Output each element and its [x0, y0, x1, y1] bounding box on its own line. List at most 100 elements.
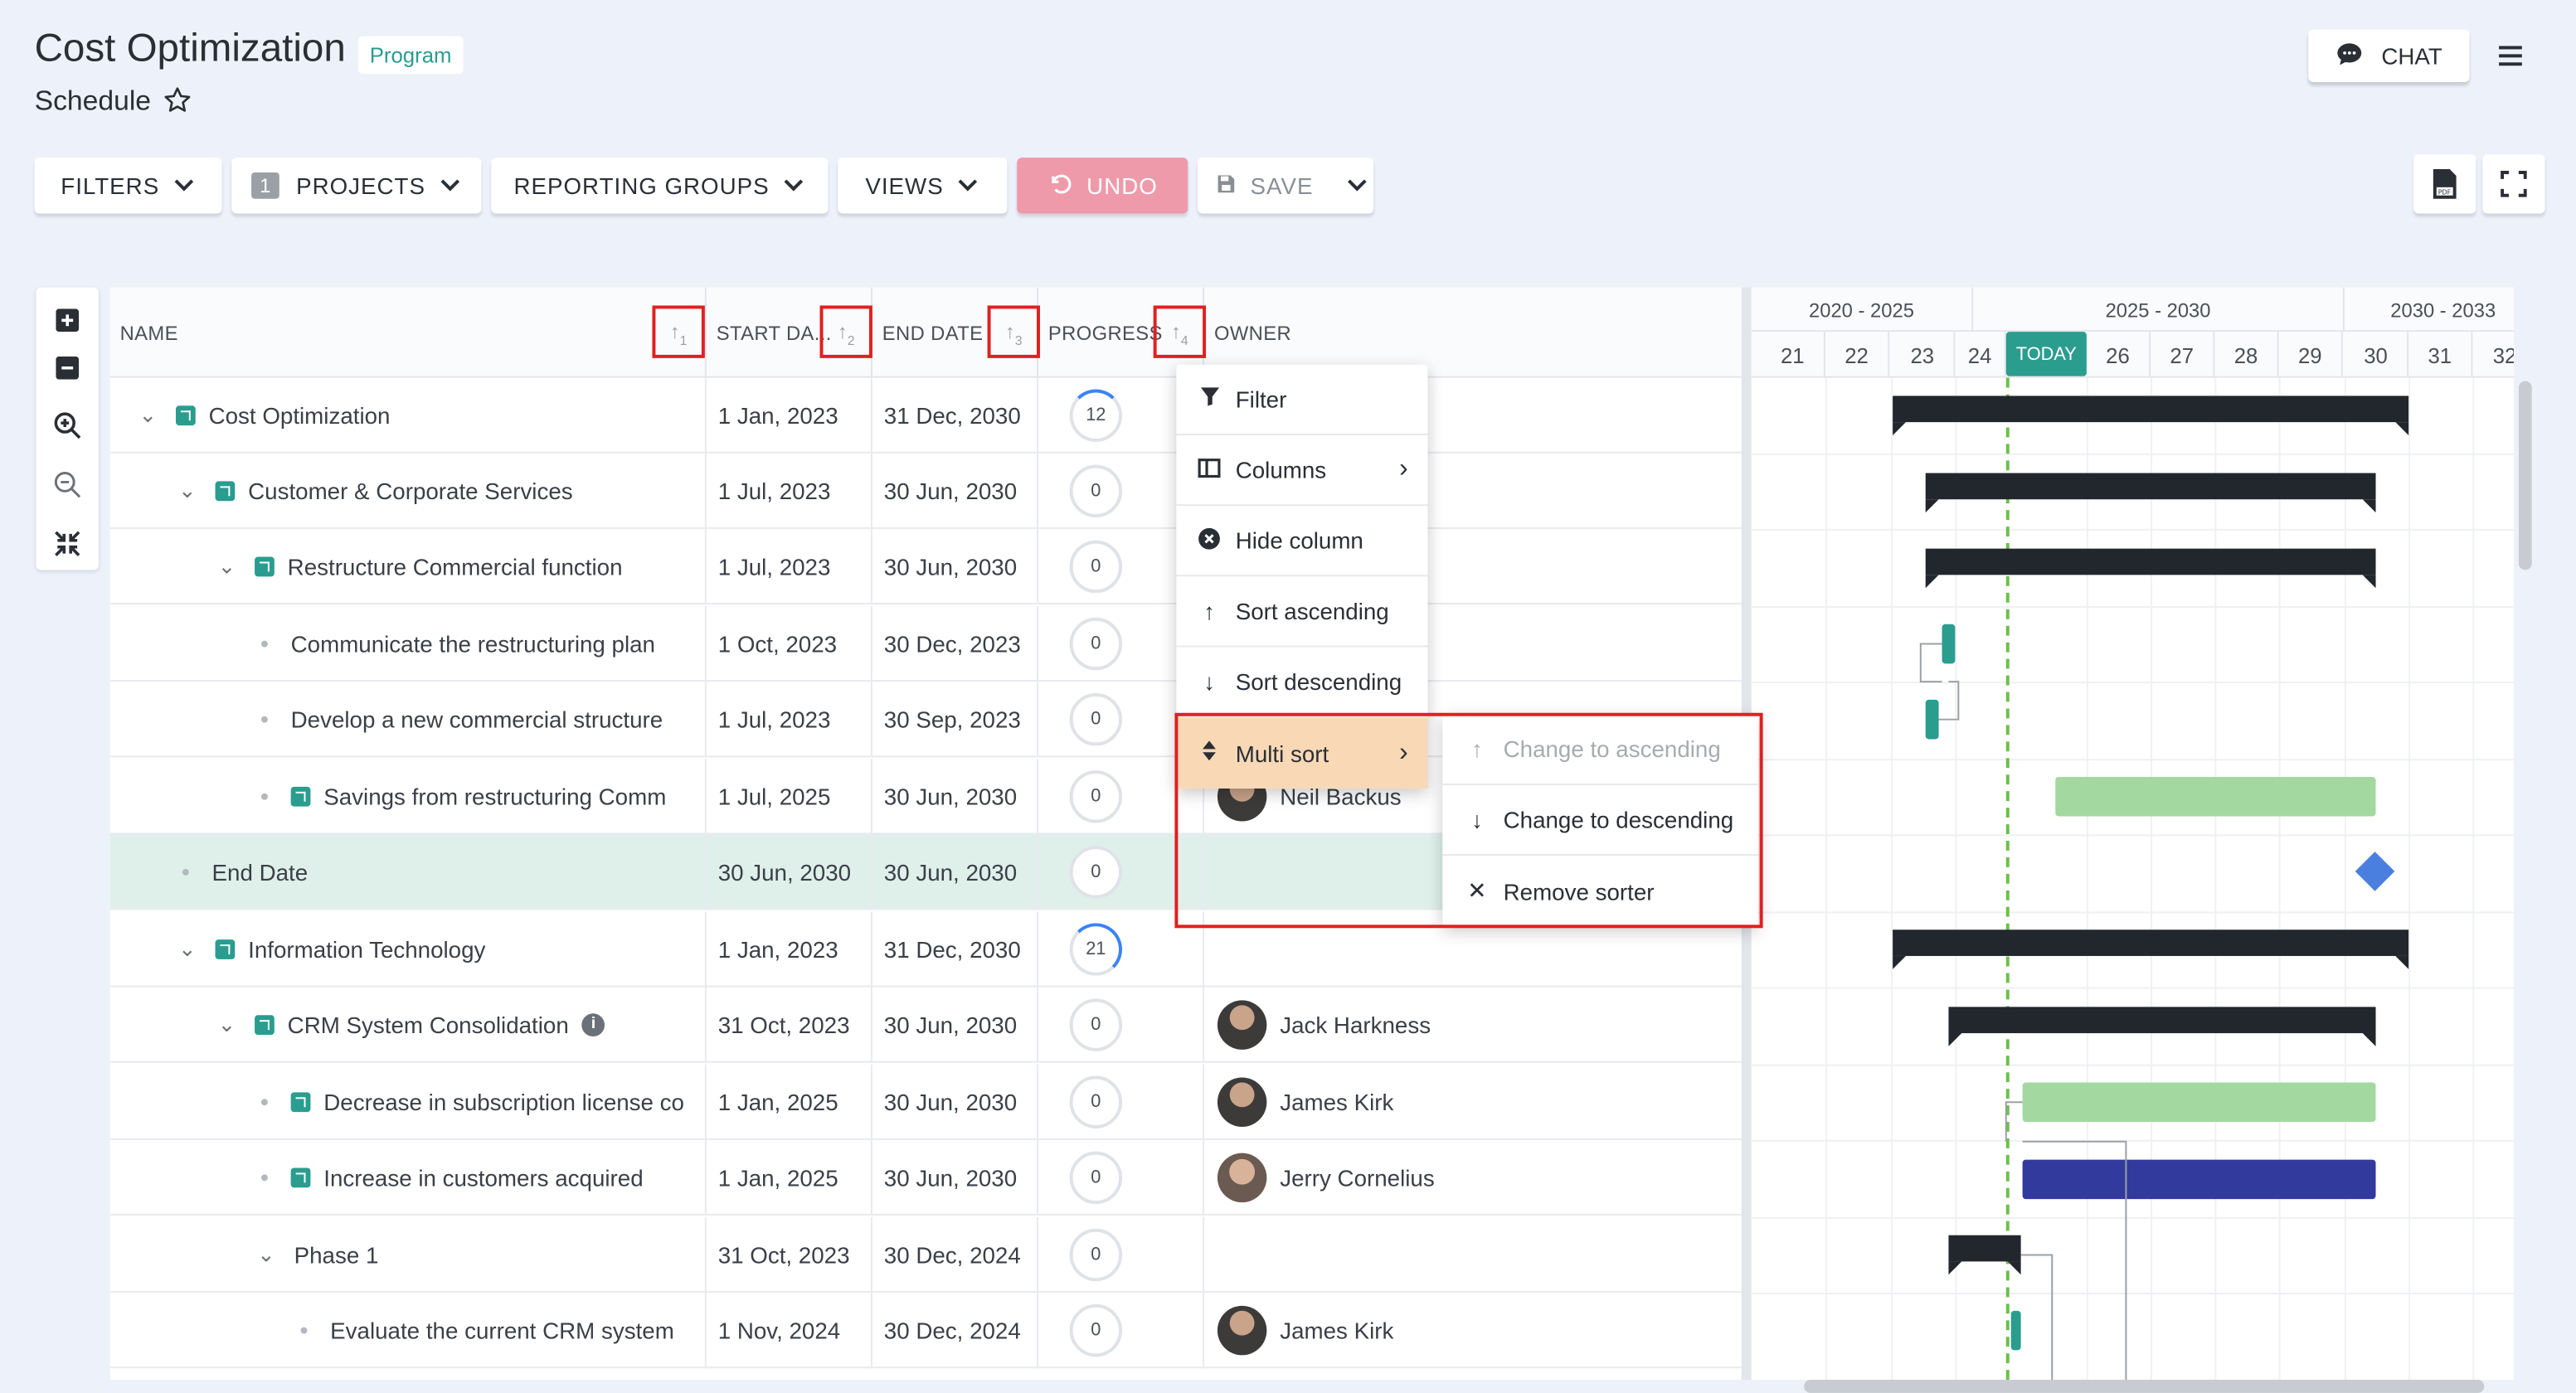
collapse-all-icon[interactable] — [51, 352, 84, 385]
arrow-up-icon: ↑ — [837, 320, 848, 344]
arrow-up-icon: ↑ — [1203, 598, 1215, 624]
save-button[interactable]: SAVE — [1198, 158, 1374, 214]
progress-ring: 0 — [1069, 1151, 1123, 1205]
undo-label: UNDO — [1086, 172, 1158, 199]
column-name-label: NAME — [119, 321, 178, 345]
row-start: 31 Oct, 2023 — [707, 987, 872, 1063]
projects-label: PROJECTS — [296, 172, 425, 199]
sort-indicator-progress[interactable]: ↑ 4 — [1153, 305, 1207, 358]
chevron-down-icon[interactable]: ⌄ — [216, 554, 239, 580]
svg-text:PDF: PDF — [2438, 188, 2452, 196]
progress-ring: 0 — [1069, 998, 1123, 1051]
row-start: 1 Jul, 2023 — [707, 528, 872, 605]
zoom-in-icon[interactable] — [51, 409, 84, 442]
expand-all-icon[interactable] — [51, 303, 84, 337]
row-start: 1 Jan, 2025 — [707, 1139, 872, 1216]
filter-icon — [1196, 386, 1222, 413]
table-row[interactable]: ⌄ CRM System Consolidation i 31 Oct, 2023 … — [109, 987, 1742, 1063]
bullet-icon — [260, 716, 268, 723]
progress-ring: 0 — [1069, 464, 1123, 518]
column-header-name[interactable]: NAME — [110, 287, 707, 378]
dependency-lines — [1919, 643, 2127, 1381]
undo-button[interactable]: UNDO — [1017, 158, 1188, 214]
grid-header: NAME START DA... END DATE PROGRESS OWNER… — [109, 287, 1742, 378]
table-row[interactable]: Communicate the restructuring plan 1 Oct… — [109, 605, 1742, 682]
chat-button[interactable]: CHAT — [2308, 29, 2470, 83]
menu-item-columns[interactable]: Columns › — [1176, 435, 1428, 507]
info-icon[interactable]: i — [581, 1013, 605, 1037]
menu-item-filter[interactable]: Filter — [1176, 365, 1428, 435]
row-name: CRM System Consolidation — [287, 1012, 569, 1038]
menu-item-sort-ascending[interactable]: ↑ Sort ascending — [1176, 576, 1428, 648]
arrow-up-icon: ↑ — [669, 320, 680, 344]
table-row[interactable]: ⌄ Customer & Corporate Services 1 Jul, 20… — [109, 453, 1742, 529]
row-end: 30 Dec, 2024 — [872, 1293, 1038, 1369]
fullscreen-icon[interactable] — [2482, 154, 2545, 214]
progress-ring: 0 — [1069, 770, 1123, 823]
column-start-label: START DA... — [716, 321, 832, 345]
table-row[interactable]: ⌄ Phase 1 31 Oct, 2023 30 Dec, 2024 0 — [109, 1216, 1742, 1294]
hamburger-menu-icon[interactable] — [2494, 41, 2527, 80]
table-row[interactable]: Evaluate the current CRM system 1 Nov, 2… — [109, 1293, 1742, 1369]
menu-item-hide-column[interactable]: Hide column — [1176, 506, 1428, 577]
undo-icon — [1047, 170, 1074, 201]
project-icon — [175, 405, 196, 426]
star-icon[interactable] — [163, 85, 192, 124]
table-row[interactable]: Increase in customers acquired 1 Jan, 20… — [109, 1139, 1742, 1216]
sort-indicator-name[interactable]: ↑ 1 — [652, 305, 705, 358]
row-name: Cost Optimization — [208, 402, 391, 430]
chevron-right-icon: › — [1399, 454, 1408, 483]
progress-ring: 0 — [1069, 1075, 1123, 1128]
chevron-down-icon — [439, 172, 462, 199]
filters-label: FILTERS — [61, 172, 160, 199]
bullet-icon — [260, 1099, 268, 1106]
table-row[interactable]: ⌄ Cost Optimization 1 Jan, 2023 31 Dec, 2… — [109, 377, 1742, 454]
column-owner-label: OWNER — [1213, 321, 1292, 345]
row-name: Phase 1 — [294, 1241, 379, 1269]
projects-button[interactable]: 1 PROJECTS — [231, 158, 482, 214]
sort-indicator-end[interactable]: ↑ 3 — [987, 305, 1040, 358]
chevron-down-icon[interactable]: ⌄ — [176, 936, 199, 963]
export-pdf-icon[interactable]: PDF — [2413, 154, 2476, 214]
filters-button[interactable]: FILTERS — [34, 158, 222, 214]
gantt-horizontal-scrollbar[interactable] — [1804, 1380, 2485, 1393]
table-row[interactable]: ⌄ Restructure Commercial function 1 Jul, … — [109, 528, 1742, 605]
menu-item-label: Filter — [1235, 386, 1287, 413]
close-circle-icon — [1196, 527, 1222, 555]
project-icon — [215, 481, 236, 502]
arrow-down-icon: ↓ — [1203, 668, 1215, 695]
menu-item-label: Hide column — [1235, 527, 1363, 554]
row-end: 30 Jun, 2030 — [872, 834, 1038, 910]
views-button[interactable]: VIEWS — [838, 158, 1008, 214]
row-end: 30 Jun, 2030 — [872, 987, 1038, 1063]
fit-to-view-icon[interactable] — [51, 527, 84, 561]
project-icon — [290, 1092, 311, 1113]
save-options-chevron-icon[interactable] — [1346, 172, 1369, 199]
gantt-vertical-scrollbar[interactable] — [2518, 381, 2532, 570]
reporting-groups-button[interactable]: REPORTING GROUPS — [491, 158, 829, 214]
zoom-out-icon[interactable] — [51, 468, 84, 502]
chevron-down-icon[interactable]: ⌄ — [255, 1242, 278, 1269]
progress-ring: 0 — [1069, 617, 1123, 671]
chevron-down-icon[interactable]: ⌄ — [216, 1012, 239, 1038]
row-name: Evaluate the current CRM system — [330, 1317, 674, 1344]
progress-ring: 0 — [1069, 846, 1123, 899]
row-end: 30 Jun, 2030 — [872, 528, 1038, 605]
chevron-down-icon[interactable]: ⌄ — [176, 478, 199, 504]
bullet-icon — [260, 793, 268, 800]
row-start: 1 Jan, 2023 — [707, 911, 872, 988]
row-start: 1 Jan, 2023 — [707, 377, 872, 454]
progress-ring: 0 — [1069, 692, 1123, 746]
table-row[interactable]: Decrease in subscription license co 1 Ja… — [109, 1064, 1742, 1140]
chevron-down-icon[interactable]: ⌄ — [136, 402, 159, 429]
sort-indicator-start[interactable]: ↑ 2 — [819, 305, 872, 358]
menu-item-label: Sort ascending — [1235, 598, 1389, 624]
views-label: VIEWS — [865, 172, 944, 199]
avatar — [1217, 1077, 1267, 1127]
row-start: 31 Oct, 2023 — [707, 1216, 872, 1294]
menu-item-sort-descending[interactable]: ↓ Sort descending — [1176, 648, 1428, 718]
chevron-down-icon — [957, 172, 980, 199]
projects-count-badge: 1 — [251, 172, 280, 199]
project-icon — [290, 786, 311, 807]
row-end: 30 Jun, 2030 — [872, 1064, 1038, 1140]
